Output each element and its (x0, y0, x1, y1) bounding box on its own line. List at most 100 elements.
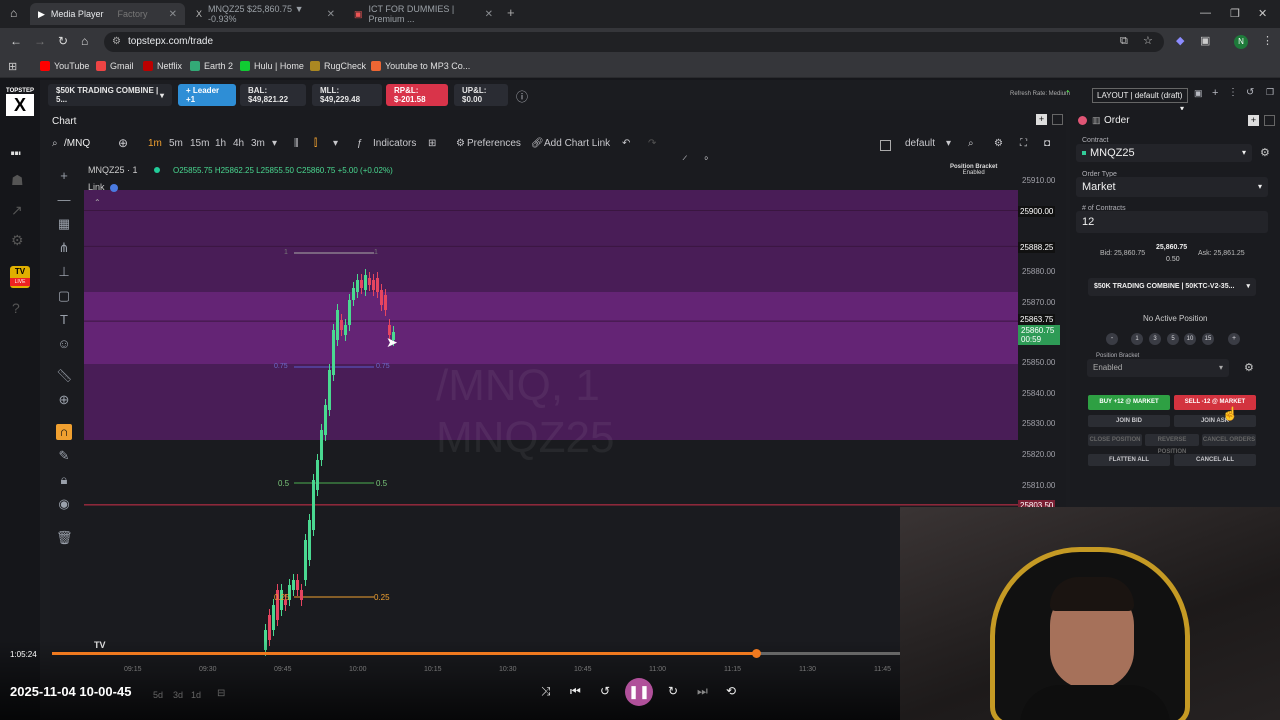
bookmark-gmail[interactable]: Gmail (96, 61, 134, 71)
close-tab-icon[interactable]: ✕ (169, 9, 177, 20)
indicators-icon[interactable]: ƒ (357, 138, 363, 149)
site-info-icon[interactable]: ⚙ (112, 32, 121, 52)
reset-icon[interactable]: ↺ (1246, 87, 1254, 98)
qty-button-3[interactable]: 3 (1149, 333, 1161, 345)
link-icon[interactable]: 🔗︎ (531, 138, 544, 149)
add-icon[interactable]: + (1212, 87, 1218, 99)
checkbox-icon[interactable] (880, 140, 891, 151)
seek-bar[interactable] (52, 649, 900, 658)
symbol-search[interactable]: /MNQ (64, 138, 90, 149)
profile-avatar[interactable]: N (1234, 35, 1248, 49)
rectangle-icon[interactable]: ▢ (56, 288, 72, 304)
eye-icon[interactable]: ◉ (56, 496, 72, 512)
grid-icon[interactable]: ▦ (56, 216, 72, 232)
bookmark-rugcheck[interactable]: RugCheck (310, 61, 366, 71)
ruler-icon[interactable]: 📏︎ (56, 368, 73, 384)
new-tab-icon[interactable]: + (507, 5, 515, 20)
order-type-select[interactable]: Market ▾ (1076, 177, 1268, 197)
gear-icon[interactable]: ⚙ (1260, 146, 1270, 159)
leader-button[interactable]: + Leader +1 (178, 84, 236, 106)
window-icon[interactable]: ❐ (1266, 87, 1274, 98)
indicators-button[interactable]: Indicators (373, 138, 416, 149)
tv-live-badge[interactable]: TV LIVE (10, 266, 30, 288)
candle-type-icon[interactable]: ⫿ (314, 138, 317, 149)
save-icon[interactable]: ▣ (1194, 88, 1203, 99)
search-icon[interactable]: ⌕ (52, 138, 58, 149)
layout-default-select[interactable]: default (905, 138, 935, 149)
extension-icon[interactable]: ◆ (1176, 34, 1184, 47)
menu-icon[interactable]: ⋮ (1228, 87, 1238, 98)
close-tab-icon[interactable]: ✕ (327, 9, 335, 20)
date-range-icon[interactable]: ⊟ (217, 688, 225, 699)
sell-market-button[interactable]: SELL -12 @ MARKET (1174, 395, 1256, 410)
tab-mnqz25[interactable]: X MNQZ25 $25,860.75 ▼ -0.93% ✕ (188, 3, 343, 25)
shuffle-icon[interactable]: ⤨ (541, 684, 551, 699)
range-1d[interactable]: 1d (191, 690, 201, 700)
people-icon[interactable]: ☗ (11, 172, 24, 189)
range-5d[interactable]: 5d (153, 690, 163, 700)
flatten-all-button[interactable]: FLATTEN ALL (1088, 454, 1170, 466)
undo-icon[interactable]: ↶ (622, 138, 630, 149)
tab-ict[interactable]: ▣ ICT FOR DUMMIES | Premium ... ✕ (346, 3, 501, 25)
link-label[interactable]: Link (88, 182, 105, 192)
price-chart[interactable]: /MNQ, 1 MNQZ25 MNQZ25 · 1 O25855.75 H258… (84, 160, 1018, 660)
magnet-icon[interactable]: ∩ (56, 424, 72, 440)
tab-media-player[interactable]: ▶ Media Player Factory ✕ (30, 3, 185, 25)
help-icon[interactable]: ? (12, 300, 20, 316)
close-window-icon[interactable]: ✕ (1258, 7, 1267, 20)
seek-handle[interactable] (751, 649, 761, 658)
forward-30-icon[interactable]: ↻ (668, 684, 678, 698)
layout-select[interactable]: LAYOUT | default (draft) ▾ (1092, 88, 1188, 113)
chevron-down-icon[interactable]: ▾ (333, 138, 338, 149)
emoji-icon[interactable]: ☺ (56, 336, 72, 352)
panel-menu-icon[interactable] (1052, 114, 1063, 125)
timeframe-15m[interactable]: 15m (190, 138, 209, 149)
timeframe-3m[interactable]: 3m (251, 138, 265, 149)
close-tab-icon[interactable]: ✕ (485, 9, 493, 20)
join-ask-button[interactable]: JOIN ASK (1174, 415, 1256, 427)
reverse-position-button[interactable]: REVERSE POSITION (1145, 434, 1199, 455)
trade-icon[interactable]: ⑉ (11, 142, 21, 160)
add-chart-link-button[interactable]: Add Chart Link (544, 138, 610, 149)
bookmark-youtube[interactable]: YouTube (40, 61, 89, 71)
chevron-down-icon[interactable]: ▾ (272, 138, 277, 149)
templates-icon[interactable]: ⊞ (428, 138, 436, 149)
stats-icon[interactable]: ↗ (11, 202, 23, 219)
line-icon[interactable]: — (56, 192, 72, 208)
range-3d[interactable]: 3d (173, 690, 183, 700)
bracket-select[interactable]: Enabled ▾ (1087, 359, 1229, 377)
back-icon[interactable]: ← (10, 34, 22, 48)
install-icon[interactable]: ⧉ (1120, 35, 1128, 48)
add-panel-icon[interactable]: + (1248, 115, 1259, 126)
trash-icon[interactable]: 🗑︎ (56, 530, 73, 546)
puzzle-icon[interactable]: ▣ (1200, 34, 1210, 47)
lock-icon[interactable]: 🔒︎ (56, 472, 72, 488)
bar-type-icon[interactable]: ⫼ (294, 138, 299, 149)
join-bid-button[interactable]: JOIN BID (1088, 415, 1170, 427)
zoom-icon[interactable]: ⌕ (968, 138, 974, 149)
brush-icon[interactable]: ✎ (56, 448, 72, 464)
account-selector[interactable]: $50K TRADING COMBINE | 5... ▾ (48, 84, 172, 106)
topstep-logo[interactable]: TOPSTEP X (6, 88, 34, 116)
settings-icon[interactable]: ⚙ (11, 232, 24, 249)
chevron-down-icon[interactable]: ▾ (946, 138, 951, 149)
bookmark-netflix[interactable]: Netflix (143, 61, 182, 71)
timeframe-4h[interactable]: 4h (233, 138, 244, 149)
qty-button-5[interactable]: 5 (1167, 333, 1179, 345)
qty-minus-button[interactable]: - (1106, 333, 1118, 345)
info-icon[interactable]: ⓘ (516, 88, 528, 105)
crosshair-icon[interactable]: + (56, 168, 72, 184)
bracket-gear-icon[interactable]: ⚙ (1244, 361, 1254, 374)
bookmark-star-icon[interactable]: ☆ (1143, 34, 1153, 47)
fullscreen-icon[interactable]: ⛶ (1020, 138, 1027, 149)
bookmark-earth2[interactable]: Earth 2 (190, 61, 233, 71)
settings-icon[interactable]: ⚙ (456, 138, 465, 149)
redo-icon[interactable]: ↷ (648, 138, 656, 149)
qty-button-15[interactable]: 15 (1202, 333, 1214, 345)
forward-icon[interactable]: → (34, 34, 46, 48)
timeframe-1h[interactable]: 1h (215, 138, 226, 149)
add-panel-icon[interactable]: + (1036, 114, 1047, 125)
cancel-all-button[interactable]: CANCEL ALL (1174, 454, 1256, 466)
repeat-off-icon[interactable]: ⟲ (726, 684, 736, 698)
collapse-legend-icon[interactable]: ⌃ (94, 198, 101, 207)
